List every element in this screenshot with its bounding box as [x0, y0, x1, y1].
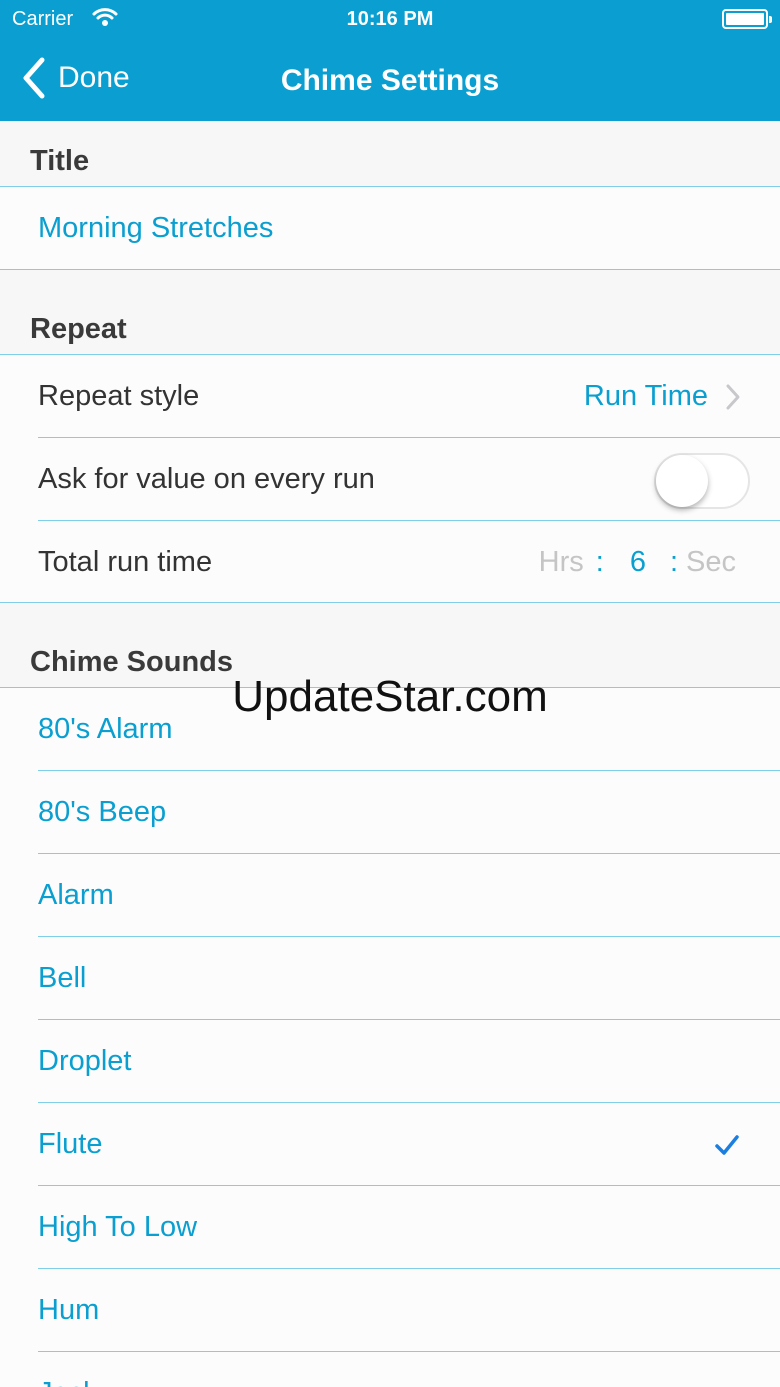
status-bar: Carrier 10:16 PM	[0, 0, 780, 40]
battery-icon	[722, 9, 772, 29]
total-run-time-label: Total run time	[38, 546, 213, 578]
toggle-knob	[656, 455, 708, 507]
chime-sound-label: Bell	[38, 962, 87, 994]
checkmark-icon	[715, 1135, 739, 1155]
sec-label: Sec	[686, 546, 736, 578]
repeat-style-value: Run Time	[583, 380, 708, 412]
navigation-bar: Carrier 10:16 PM Done Chime Settings	[0, 0, 780, 121]
minutes-value[interactable]: 6	[630, 521, 646, 604]
list-item[interactable]: Bell	[0, 937, 780, 1020]
list-item[interactable]: High To Low	[0, 1186, 780, 1269]
list-item[interactable]: Alarm	[0, 854, 780, 937]
list-item[interactable]: Droplet	[0, 1020, 780, 1103]
list-item[interactable]: 80's Beep	[0, 771, 780, 854]
picker-separator: :	[669, 546, 679, 578]
total-run-time-row: Total run time Hrs : 6 : Sec	[0, 521, 780, 604]
chevron-right-icon	[726, 384, 740, 410]
ask-value-row: Ask for value on every run	[0, 438, 780, 521]
list-item[interactable]: Flute	[0, 1103, 780, 1186]
chime-sound-label: Droplet	[38, 1045, 132, 1077]
chime-sound-label: Flute	[38, 1128, 103, 1160]
hrs-label: Hrs	[538, 546, 584, 578]
nav-header: Done Chime Settings	[0, 40, 780, 121]
status-time: 10:16 PM	[346, 8, 434, 30]
watermark: UpdateStar.com	[232, 672, 548, 721]
title-value: Morning Stretches	[38, 212, 274, 244]
ask-value-toggle[interactable]	[654, 453, 750, 509]
run-time-picker[interactable]: Hrs : 6 : Sec	[539, 521, 736, 604]
divider	[0, 602, 780, 603]
repeat-style-row[interactable]: Repeat style Run Time	[0, 355, 780, 438]
title-field[interactable]: Morning Stretches	[0, 187, 780, 270]
section-header-title: Title	[30, 145, 90, 177]
chime-sound-label: Hum	[38, 1294, 100, 1326]
page-title: Chime Settings	[280, 64, 500, 97]
divider	[0, 269, 780, 270]
list-item[interactable]: Jack	[0, 1352, 780, 1387]
ask-value-label: Ask for value on every run	[38, 463, 375, 495]
repeat-style-label: Repeat style	[38, 380, 200, 412]
chime-sound-label: 80's Beep	[38, 796, 167, 828]
chime-sound-label: Alarm	[38, 879, 114, 911]
picker-separator: :	[595, 546, 604, 578]
chime-sound-label: Jack	[38, 1352, 98, 1387]
list-item[interactable]: Hum	[0, 1269, 780, 1352]
chime-sound-label: High To Low	[38, 1211, 198, 1243]
section-header-repeat: Repeat	[30, 313, 127, 345]
